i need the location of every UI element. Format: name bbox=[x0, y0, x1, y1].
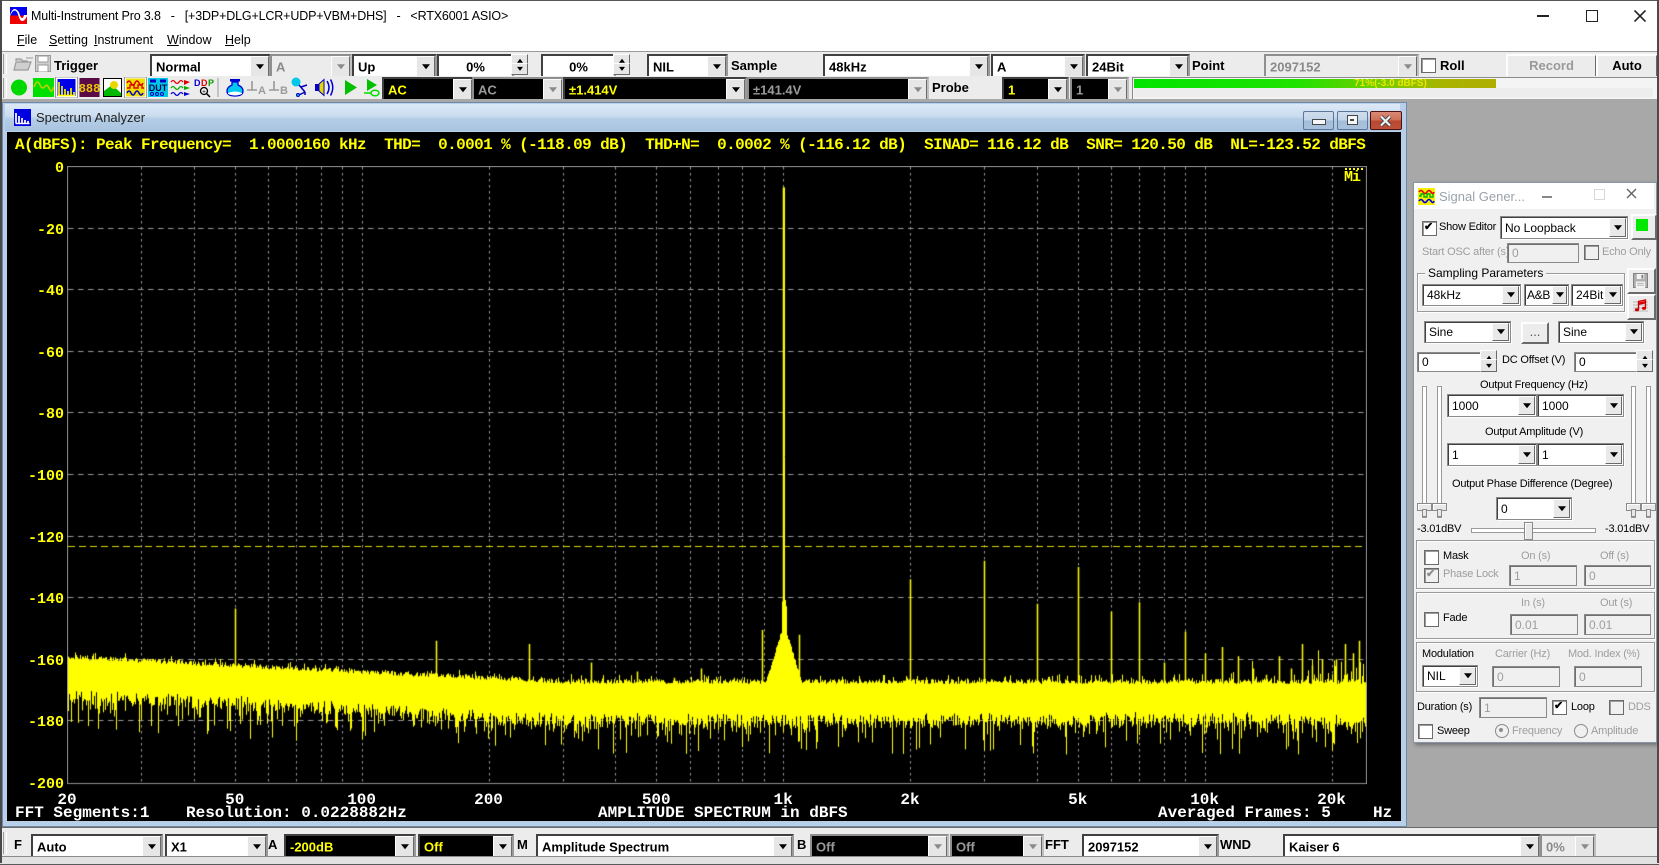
svg-text:D: D bbox=[194, 78, 201, 88]
svg-text:P: P bbox=[208, 78, 214, 88]
svg-text:+: + bbox=[202, 90, 206, 96]
svg-text:888: 888 bbox=[79, 82, 101, 96]
svg-text:D: D bbox=[201, 78, 208, 88]
svg-text:DUT: DUT bbox=[149, 83, 168, 93]
svg-text:A: A bbox=[258, 85, 266, 97]
svg-text:B: B bbox=[280, 85, 288, 97]
